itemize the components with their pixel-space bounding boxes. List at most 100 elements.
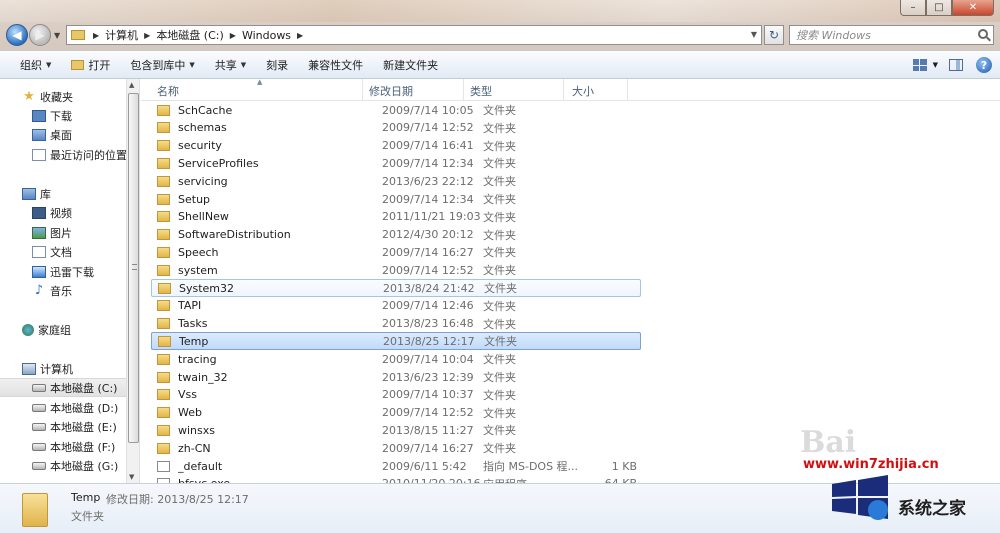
chevron-right-icon[interactable]: ▶ — [230, 31, 236, 40]
file-row[interactable]: winsxs 2013/8/15 11:27 文件夹 — [151, 421, 641, 439]
nav-desktop[interactable]: 桌面 — [0, 125, 126, 144]
file-row[interactable]: bfsvc.exe2010/11/20 20:16应用程序64 KB — [151, 475, 641, 483]
nav-drive-f[interactable]: 本地磁盘 (F:) — [0, 437, 126, 456]
nav-drive-d[interactable]: 本地磁盘 (D:) — [0, 398, 126, 417]
file-type: 文件夹 — [484, 282, 517, 295]
nav-label: 音乐 — [50, 284, 72, 298]
include-in-library-button[interactable]: 包含到库中 ▼ — [120, 51, 204, 78]
column-header-date[interactable]: 修改日期 — [363, 79, 464, 101]
nav-computer[interactable]: 计算机 — [0, 359, 126, 378]
pane-icon — [949, 59, 963, 71]
file-date: 2013/6/23 22:12 — [382, 174, 474, 188]
forward-button[interactable]: ▶ — [29, 24, 51, 46]
file-row[interactable]: System32 2013/8/24 21:42 文件夹 — [151, 279, 641, 297]
file-name: tracing — [178, 352, 217, 366]
file-row[interactable]: Web 2009/7/14 12:52 文件夹 — [151, 404, 641, 422]
chevron-down-icon[interactable]: ▼ — [933, 61, 938, 69]
file-name: system — [178, 263, 218, 277]
folder-icon — [157, 389, 170, 401]
address-dropdown-icon[interactable]: ▼ — [751, 30, 757, 39]
search-icon[interactable] — [978, 29, 988, 39]
compat-files-button[interactable]: 兼容性文件 — [298, 51, 373, 78]
breadcrumb-windows[interactable]: Windows — [242, 29, 291, 42]
chevron-right-icon[interactable]: ▶ — [297, 31, 303, 40]
file-row[interactable]: system 2009/7/14 12:52 文件夹 — [151, 261, 641, 279]
drive-icon — [32, 383, 46, 392]
nav-libraries[interactable]: 库 — [0, 184, 126, 203]
maximize-button[interactable]: □ — [926, 0, 952, 16]
scroll-up-icon[interactable]: ▲ — [129, 81, 134, 89]
nav-recent[interactable]: 最近访问的位置 — [0, 145, 127, 164]
nav-favorites[interactable]: ★ 收藏夹 — [0, 87, 126, 106]
nav-documents[interactable]: 文档 — [0, 242, 126, 261]
folder-icon — [71, 30, 85, 40]
open-button[interactable]: 打开 — [61, 51, 120, 78]
nav-label: 图片 — [50, 226, 72, 240]
chevron-right-icon[interactable]: ▶ — [144, 31, 150, 40]
nav-buttons: ◀ ▶ ▼ — [6, 24, 60, 46]
help-button[interactable]: ? — [974, 55, 994, 75]
file-row[interactable]: TAPI 2009/7/14 12:46 文件夹 — [151, 297, 641, 315]
folder-icon — [157, 104, 170, 116]
file-row[interactable]: zh-CN 2009/7/14 16:27 文件夹 — [151, 439, 641, 457]
close-button[interactable]: ✕ — [952, 0, 994, 16]
refresh-button[interactable]: ↻ — [764, 25, 784, 45]
file-row[interactable]: security 2009/7/14 16:41 文件夹 — [151, 137, 641, 155]
nav-music[interactable]: ♪ 音乐 — [0, 281, 126, 300]
recent-pages-dropdown[interactable]: ▼ — [54, 31, 60, 40]
nav-drive-e[interactable]: 本地磁盘 (E:) — [0, 417, 126, 436]
nav-downloads[interactable]: 下载 — [0, 106, 126, 125]
search-input[interactable]: 搜索 Windows — [789, 25, 994, 45]
file-row[interactable]: servicing 2013/6/23 22:12 文件夹 — [151, 172, 641, 190]
nav-drive-c[interactable]: 本地磁盘 (C:) — [0, 378, 126, 397]
breadcrumb-drive-c[interactable]: 本地磁盘 (C:) — [156, 27, 223, 43]
file-row[interactable]: twain_32 2013/6/23 12:39 文件夹 — [151, 368, 641, 386]
file-row[interactable]: _default 2009/6/11 5:42 指向 MS-DOS 程... 1 KB — [151, 457, 641, 475]
nav-pictures[interactable]: 图片 — [0, 223, 126, 242]
share-button[interactable]: 共享 ▼ — [205, 51, 256, 78]
nav-label: 本地磁盘 (E:) — [50, 420, 117, 434]
back-button[interactable]: ◀ — [6, 24, 28, 46]
file-row[interactable]: Vss 2009/7/14 10:37 文件夹 — [151, 386, 641, 404]
file-row[interactable]: Speech 2009/7/14 16:27 文件夹 — [151, 243, 641, 261]
nav-scrollbar[interactable]: ▲ ▼ — [126, 79, 140, 483]
file-row[interactable]: Temp 2013/8/25 12:17 文件夹 — [151, 332, 641, 351]
file-name: winsxs — [178, 423, 215, 437]
organize-button[interactable]: 组织 ▼ — [0, 51, 61, 78]
preview-pane-button[interactable] — [946, 55, 966, 75]
new-folder-button[interactable]: 新建文件夹 — [373, 51, 448, 78]
scrollbar-thumb[interactable] — [128, 93, 139, 443]
change-view-button[interactable] — [910, 55, 930, 75]
scroll-down-icon[interactable]: ▼ — [129, 473, 134, 481]
folder-icon — [157, 353, 170, 365]
file-date: 2009/7/14 12:46 — [382, 299, 474, 313]
file-row[interactable]: schemas 2009/7/14 12:52 文件夹 — [151, 119, 641, 137]
file-row[interactable]: tracing 2009/7/14 10:04 文件夹 — [151, 350, 641, 368]
column-header-size[interactable]: 大小 — [564, 79, 628, 101]
minimize-button[interactable]: – — [900, 0, 926, 16]
nav-xunlei[interactable]: 迅雷下载 — [0, 262, 126, 281]
column-header-type[interactable]: 类型 — [464, 79, 564, 101]
folder-icon — [157, 407, 170, 419]
breadcrumb-computer[interactable]: 计算机 — [105, 27, 138, 43]
file-row[interactable]: ServiceProfiles 2009/7/14 12:34 文件夹 — [151, 154, 641, 172]
nav-videos[interactable]: 视频 — [0, 203, 126, 222]
file-date: 2009/7/14 12:52 — [382, 121, 474, 135]
burn-button[interactable]: 刻录 — [256, 51, 298, 78]
file-row[interactable]: SchCache 2009/7/14 10:05 文件夹 — [151, 101, 641, 119]
chevron-right-icon[interactable]: ▶ — [93, 31, 99, 40]
column-header-name[interactable]: ▲ 名称 — [141, 79, 363, 101]
desktop-icon — [32, 128, 46, 141]
file-date: 2009/7/14 10:04 — [382, 352, 474, 366]
xunlei-download-icon — [32, 265, 46, 278]
view-controls: ▼ ? — [902, 55, 994, 75]
address-bar[interactable]: ▶ 计算机 ▶ 本地磁盘 (C:) ▶ Windows ▶ ▼ — [66, 25, 762, 45]
nav-drive-g[interactable]: 本地磁盘 (G:) — [0, 456, 126, 475]
nav-homegroup[interactable]: 家庭组 — [0, 320, 126, 339]
file-row[interactable]: ShellNew 2011/11/21 19:03 文件夹 — [151, 208, 641, 226]
nav-label: 本地磁盘 (F:) — [50, 440, 116, 454]
file-row[interactable]: Setup 2009/7/14 12:34 文件夹 — [151, 190, 641, 208]
file-row[interactable]: SoftwareDistribution 2012/4/30 20:12 文件夹 — [151, 226, 641, 244]
file-name: Temp — [179, 334, 209, 348]
file-row[interactable]: Tasks 2013/8/23 16:48 文件夹 — [151, 315, 641, 333]
